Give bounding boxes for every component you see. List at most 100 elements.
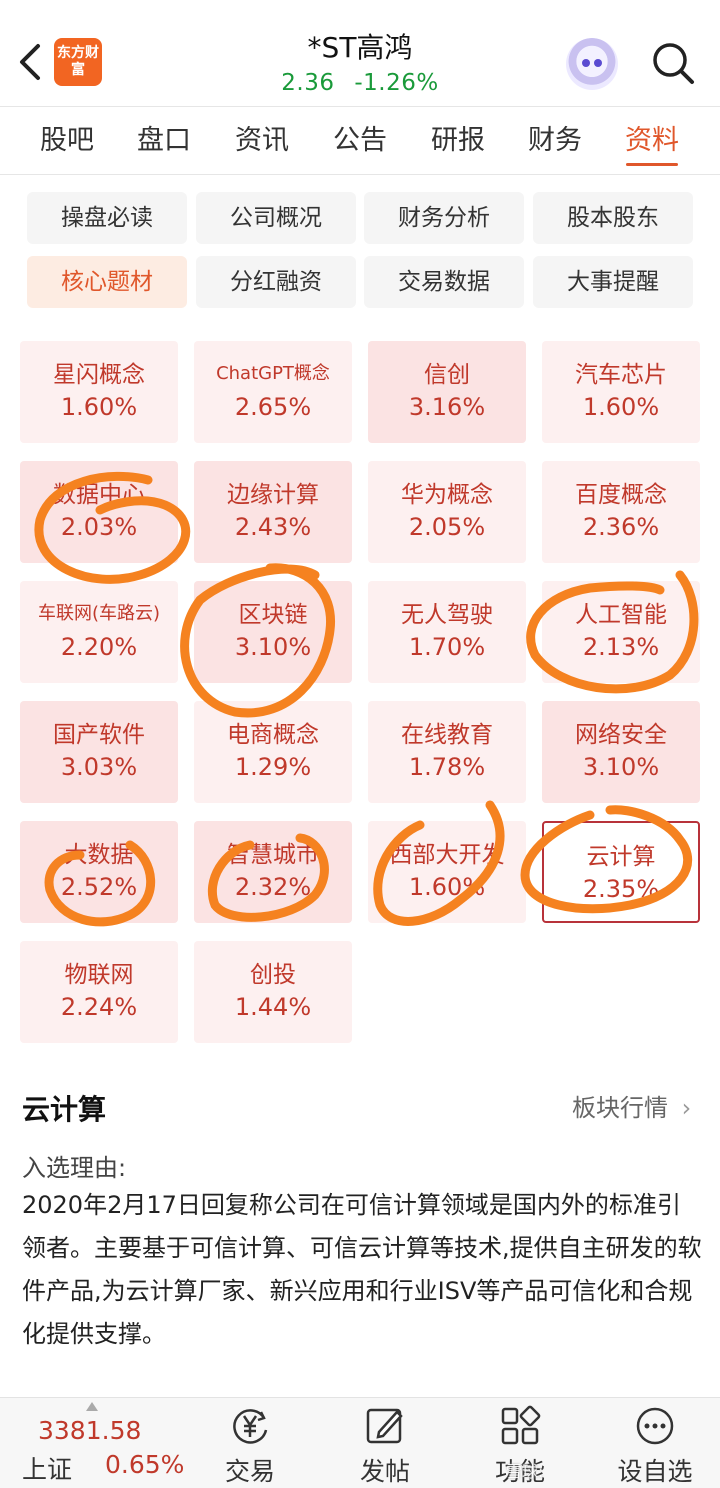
edit-post-icon: [366, 1408, 403, 1444]
concept-name: 星闪概念: [53, 362, 145, 388]
concept-name: 车联网(车路云): [37, 603, 161, 624]
status-bar: [0, 0, 720, 16]
concept-change-pct: 1.29%: [234, 753, 312, 781]
tab-0[interactable]: 股吧: [27, 108, 107, 174]
concept-card[interactable]: 创投 1.44%: [194, 941, 352, 1043]
concept-change-pct: 3.16%: [408, 393, 486, 421]
stock-price: 2.36: [281, 70, 335, 96]
concept-card[interactable]: 物联网 2.24%: [20, 941, 178, 1043]
concept-change-pct: 2.13%: [582, 633, 660, 661]
concept-name: 信创: [424, 362, 470, 388]
concept-card[interactable]: 百度概念 2.36%: [542, 461, 700, 563]
search-icon[interactable]: [650, 40, 696, 86]
header-divider: [0, 106, 720, 107]
subtab-1[interactable]: 公司概况: [196, 192, 356, 244]
concept-card[interactable]: 汽车芯片 1.60%: [542, 341, 700, 443]
concept-card[interactable]: 网络安全 3.10%: [542, 701, 700, 803]
concept-card[interactable]: 华为概念 2.05%: [368, 461, 526, 563]
concept-change-pct: 1.60%: [408, 873, 486, 901]
concept-change-pct: 2.24%: [60, 993, 138, 1021]
subtab-3[interactable]: 股本股东: [533, 192, 693, 244]
subtab-2[interactable]: 财务分析: [364, 192, 524, 244]
index-name[interactable]: 上证: [22, 1450, 72, 1486]
sector-quote-link[interactable]: 板块行情 ›: [572, 1088, 691, 1123]
concept-change-pct: 2.20%: [60, 633, 138, 661]
concept-name: 电商概念: [227, 722, 319, 748]
concept-name: 边缘计算: [227, 482, 319, 508]
concept-name: ChatGPT概念: [216, 363, 330, 384]
nav-watchlist[interactable]: 设自选: [610, 1404, 700, 1486]
tab-6[interactable]: 资料: [612, 108, 692, 174]
concept-name: 百度概念: [575, 482, 667, 508]
concept-name: 创投: [250, 962, 296, 988]
tab-4[interactable]: 研报: [418, 108, 498, 174]
concept-change-pct: 2.35%: [582, 875, 660, 903]
concept-card[interactable]: 区块链 3.10%: [194, 581, 352, 683]
subtab-7[interactable]: 大事提醒: [533, 256, 693, 308]
concept-card[interactable]: 国产软件 3.03%: [20, 701, 178, 803]
concept-card[interactable]: 人工智能 2.13%: [542, 581, 700, 683]
stock-change-pct: -1.26%: [354, 70, 439, 96]
concept-card[interactable]: 数据中心 2.03%: [20, 461, 178, 563]
tab-2[interactable]: 资讯: [222, 108, 302, 174]
concept-card[interactable]: 智慧城市 2.32%: [194, 821, 352, 923]
concept-card[interactable]: 电商概念 1.29%: [194, 701, 352, 803]
concept-change-pct: 1.44%: [234, 993, 312, 1021]
concept-card[interactable]: 云计算 2.35%: [542, 821, 700, 923]
concept-name: 物联网: [64, 962, 134, 988]
nav-post[interactable]: 发帖: [340, 1404, 430, 1486]
index-value[interactable]: 3381.58: [38, 1416, 141, 1445]
concept-card[interactable]: ChatGPT概念 2.65%: [194, 341, 352, 443]
more-dots-icon: [636, 1407, 674, 1445]
index-change-pct[interactable]: 0.65%: [105, 1450, 184, 1479]
chevron-right-icon: ›: [681, 1094, 692, 1122]
concept-name: 汽车芯片: [575, 362, 667, 388]
concept-card[interactable]: 无人驾驶 1.70%: [368, 581, 526, 683]
concept-name: 人工智能: [575, 602, 667, 628]
concept-change-pct: 2.05%: [408, 513, 486, 541]
subtab-5[interactable]: 分红融资: [196, 256, 356, 308]
reason-label: 入选理由:: [22, 1154, 127, 1182]
reason-text: 2020年2月17日回复称公司在可信计算领域是国内外的标准引领者。主要基于可信计…: [22, 1191, 702, 1348]
expand-up-icon: [86, 1402, 98, 1411]
concept-name: 大数据: [64, 842, 134, 868]
concept-change-pct: 3.10%: [582, 753, 660, 781]
concept-change-pct: 1.60%: [582, 393, 660, 421]
subtab-0[interactable]: 操盘必读: [27, 192, 187, 244]
tabs-divider: [0, 174, 720, 175]
tab-5[interactable]: 财务: [515, 108, 595, 174]
concept-card[interactable]: 边缘计算 2.43%: [194, 461, 352, 563]
concept-card[interactable]: 在线教育 1.78%: [368, 701, 526, 803]
concept-change-pct: 1.78%: [408, 753, 486, 781]
nav-trade[interactable]: 交易: [205, 1404, 295, 1486]
nav-post-label: 发帖: [359, 1457, 410, 1486]
trade-yen-icon: [233, 1409, 268, 1444]
concept-name: 智慧城市: [227, 842, 319, 868]
subtab-4[interactable]: 核心题材: [27, 256, 187, 308]
concept-card[interactable]: 车联网(车路云) 2.20%: [20, 581, 178, 683]
tab-3[interactable]: 公告: [320, 108, 400, 174]
concept-change-pct: 2.32%: [234, 873, 312, 901]
concept-name: 在线教育: [401, 722, 493, 748]
sector-link-label: 板块行情: [572, 1094, 668, 1122]
concept-card[interactable]: 大数据 2.52%: [20, 821, 178, 923]
concept-card[interactable]: 星闪概念 1.60%: [20, 341, 178, 443]
concept-name: 云计算: [586, 844, 656, 870]
assistant-robot-icon[interactable]: [566, 38, 618, 90]
concept-name: 华为概念: [401, 482, 493, 508]
concept-change-pct: 1.60%: [60, 393, 138, 421]
nav-watchlist-label: 设自选: [617, 1457, 693, 1486]
subtab-6[interactable]: 交易数据: [364, 256, 524, 308]
concept-change-pct: 1.70%: [408, 633, 486, 661]
header: 东方财富 *ST高鸿 2.36 -1.26%: [0, 16, 720, 106]
concept-card[interactable]: 西部大开发 1.60%: [368, 821, 526, 923]
concept-card[interactable]: 信创 3.16%: [368, 341, 526, 443]
concept-name: 区块链: [238, 602, 308, 628]
concept-name: 国产软件: [53, 722, 145, 748]
concept-name: 网络安全: [575, 722, 667, 748]
concept-change-pct: 3.10%: [234, 633, 312, 661]
tab-1[interactable]: 盘口: [124, 108, 204, 174]
concept-change-pct: 2.36%: [582, 513, 660, 541]
concept-change-pct: 2.43%: [234, 513, 312, 541]
concept-change-pct: 3.03%: [60, 753, 138, 781]
